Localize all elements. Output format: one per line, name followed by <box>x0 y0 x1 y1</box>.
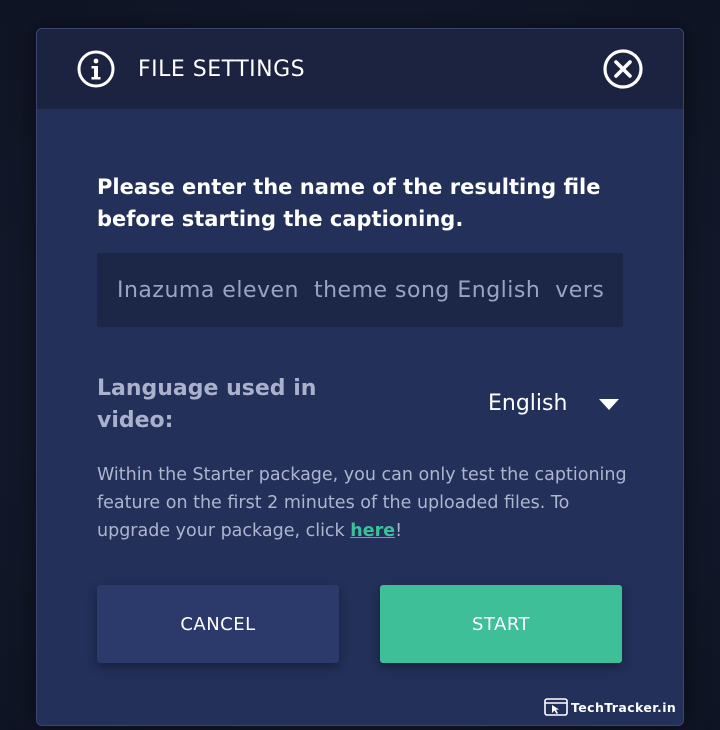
filename-prompt: Please enter the name of the resulting f… <box>97 175 601 231</box>
upgrade-link[interactable]: here <box>350 521 395 541</box>
caret-down-icon <box>599 399 619 410</box>
info-icon <box>77 50 115 88</box>
language-selected-value: English <box>488 391 568 416</box>
filename-input[interactable] <box>97 253 623 327</box>
dialog-title: FILE SETTINGS <box>138 57 306 82</box>
start-button[interactable]: START <box>380 585 622 663</box>
cancel-button[interactable]: CANCEL <box>97 585 339 663</box>
notice-suffix: ! <box>395 521 403 541</box>
watermark: TechTracker.in <box>544 695 676 719</box>
file-settings-dialog: FILE SETTINGS Please enter the name of t… <box>36 28 684 726</box>
language-dropdown[interactable]: English <box>477 385 619 425</box>
close-icon[interactable] <box>603 49 643 89</box>
watermark-text: TechTracker.in <box>571 699 677 715</box>
language-label: Language used in video: <box>97 376 317 433</box>
starter-package-notice: Within the Starter package, you can only… <box>97 461 637 545</box>
browser-cursor-icon <box>544 698 568 716</box>
dialog-header: FILE SETTINGS <box>37 29 683 109</box>
